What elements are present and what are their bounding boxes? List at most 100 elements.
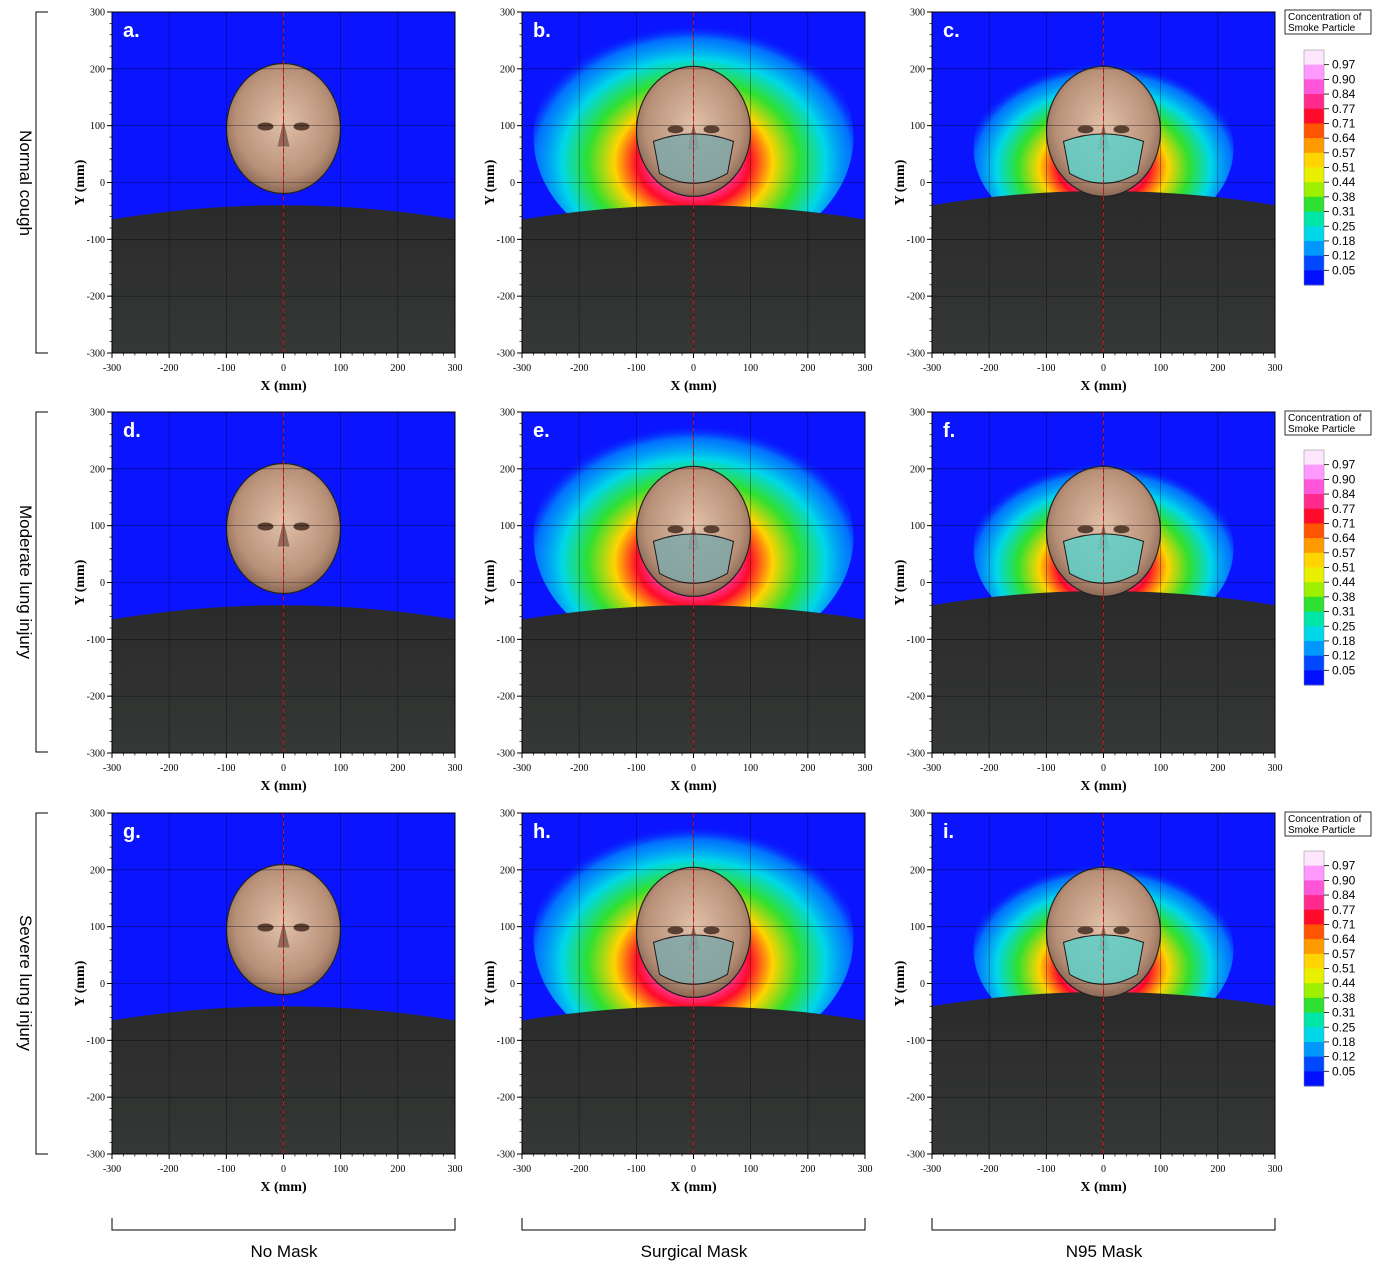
col-label-n95-mask: N95 Mask — [1066, 1242, 1143, 1261]
x-tick-label: -300 — [923, 763, 941, 774]
colorbar-swatch — [1304, 880, 1324, 896]
colorbar-level-label: 0.38 — [1332, 590, 1356, 604]
y-tick-label: 100 — [500, 922, 515, 933]
y-tick-label: 300 — [90, 408, 105, 419]
x-tick-label: 0 — [281, 763, 286, 774]
colorbar-swatch — [1304, 508, 1324, 524]
x-tick-label: 0 — [1101, 1164, 1106, 1175]
panels: -300 -200 -100 0 100 200 300 300 200 100 0 -100 -200… — [73, 8, 1283, 1196]
colorbar-level-label: 0.90 — [1332, 472, 1356, 486]
row-bracket-1 — [35, 411, 48, 753]
x-tick-label: 200 — [390, 763, 405, 774]
x-tick-label: 300 — [1268, 763, 1283, 774]
colorbar-swatch — [1304, 108, 1324, 124]
x-tick-label: -300 — [513, 363, 531, 374]
colorbar-level-label: 0.64 — [1332, 531, 1356, 545]
colorbars: Concentration ofSmoke Particle0.970.900.… — [1284, 9, 1372, 1087]
panel-plot-area — [112, 12, 455, 353]
y-tick-label: -300 — [907, 749, 925, 760]
colorbar-swatch — [1304, 983, 1324, 999]
y-tick-label: 100 — [90, 521, 105, 532]
y-tick-label: 0 — [510, 578, 515, 589]
panel-label: a. — [123, 20, 140, 42]
y-axis-title: Y (mm) — [483, 159, 498, 205]
colorbar-swatch — [1304, 152, 1324, 168]
x-tick-label: 300 — [858, 363, 873, 374]
x-tick-label: -100 — [627, 1164, 645, 1175]
y-tick-label: 0 — [100, 979, 105, 990]
row-label-group-0: Normal cough — [16, 11, 48, 354]
manikin-eye-right — [293, 923, 310, 932]
x-tick-label: 100 — [333, 363, 348, 374]
colorbar-swatch — [1304, 596, 1324, 613]
colorbar-swatch — [1304, 1027, 1324, 1043]
x-tick-label: -200 — [980, 763, 998, 774]
colorbar-level-label: 0.77 — [1332, 903, 1356, 917]
x-tick-label: -100 — [1037, 1164, 1055, 1175]
colorbar-swatch — [1304, 64, 1324, 80]
y-tick-label: -200 — [497, 692, 515, 703]
colorbar-1: Concentration ofSmoke Particle0.970.900.… — [1284, 410, 1372, 686]
col-bracket-0 — [111, 1218, 456, 1231]
x-tick-label: 300 — [448, 763, 463, 774]
colorbar-level-label: 0.64 — [1332, 932, 1356, 946]
panel-plot-area — [932, 813, 1275, 1154]
x-tick-label: 300 — [1268, 1164, 1283, 1175]
x-tick-label: 300 — [448, 363, 463, 374]
panel-c: -300 -200 -100 0 100 200 300 300 200 100 0 -100 -200… — [893, 8, 1283, 395]
row-labels: Normal cough Moderate lung injury Severe… — [16, 11, 48, 1155]
colorbar-swatch — [1304, 582, 1324, 598]
colorbar-swatch — [1304, 655, 1324, 671]
colorbar-level-label: 0.97 — [1332, 458, 1356, 472]
y-tick-label: -300 — [87, 749, 105, 760]
x-tick-label: 100 — [1153, 763, 1168, 774]
colorbar-level-label: 0.12 — [1332, 1050, 1356, 1064]
colorbar-title-line2: Smoke Particle — [1288, 424, 1356, 435]
colorbar-level-label: 0.12 — [1332, 649, 1356, 663]
y-axis-title: Y (mm) — [73, 559, 88, 605]
colorbar-level-label: 0.71 — [1332, 116, 1356, 130]
x-axis-title: X (mm) — [670, 779, 717, 794]
colorbar-level-label: 0.97 — [1332, 859, 1356, 873]
colorbar-level-label: 0.51 — [1332, 161, 1356, 175]
colorbar-level-label: 0.84 — [1332, 87, 1356, 101]
y-tick-label: 100 — [90, 121, 105, 132]
manikin-eye-left — [1077, 125, 1094, 134]
manikin-eye-right — [1113, 525, 1130, 534]
colorbar-level-label: 0.97 — [1332, 58, 1356, 72]
panel-plot-area — [932, 12, 1275, 353]
colorbar-level-label: 0.44 — [1332, 976, 1356, 990]
y-tick-label: 200 — [90, 464, 105, 475]
y-tick-label: 200 — [500, 464, 515, 475]
panel-label: h. — [533, 821, 551, 843]
x-tick-label: -200 — [160, 363, 178, 374]
y-tick-label: 300 — [500, 408, 515, 419]
panel-label: f. — [943, 420, 955, 442]
x-tick-label: -100 — [217, 763, 235, 774]
panel-plot-area — [522, 813, 865, 1154]
x-axis-title: X (mm) — [260, 779, 307, 794]
y-tick-label: 300 — [500, 8, 515, 19]
x-tick-label: 200 — [390, 1164, 405, 1175]
colorbar-level-label: 0.25 — [1332, 1020, 1356, 1034]
x-axis-title: X (mm) — [1080, 379, 1127, 394]
y-tick-label: -100 — [497, 1036, 515, 1047]
y-axis-title: Y (mm) — [483, 960, 498, 1006]
row-bracket-0 — [35, 11, 48, 354]
panel-a: -300 -200 -100 0 100 200 300 300 200 100 0 -100 -200… — [73, 8, 463, 395]
colorbar-swatch — [1304, 196, 1324, 213]
y-tick-label: -300 — [907, 1150, 925, 1161]
panel-g: -300 -200 -100 0 100 200 300 300 200 100 0 -100 -200… — [73, 809, 463, 1196]
colorbar-level-label: 0.71 — [1332, 917, 1356, 931]
colorbar-swatch — [1304, 240, 1324, 257]
x-tick-label: -300 — [103, 1164, 121, 1175]
colorbar-swatch — [1304, 640, 1324, 657]
panel-i: -300 -200 -100 0 100 200 300 300 200 100 0 -100 -200… — [893, 809, 1283, 1196]
colorbar-title-line1: Concentration of — [1288, 814, 1362, 825]
colorbar-title-line2: Smoke Particle — [1288, 23, 1356, 34]
colorbar-level-label: 0.18 — [1332, 234, 1356, 248]
colorbar-swatch — [1304, 523, 1324, 539]
x-axis-title: X (mm) — [1080, 779, 1127, 794]
x-tick-label: -100 — [217, 1164, 235, 1175]
colorbar-swatch — [1304, 567, 1324, 583]
